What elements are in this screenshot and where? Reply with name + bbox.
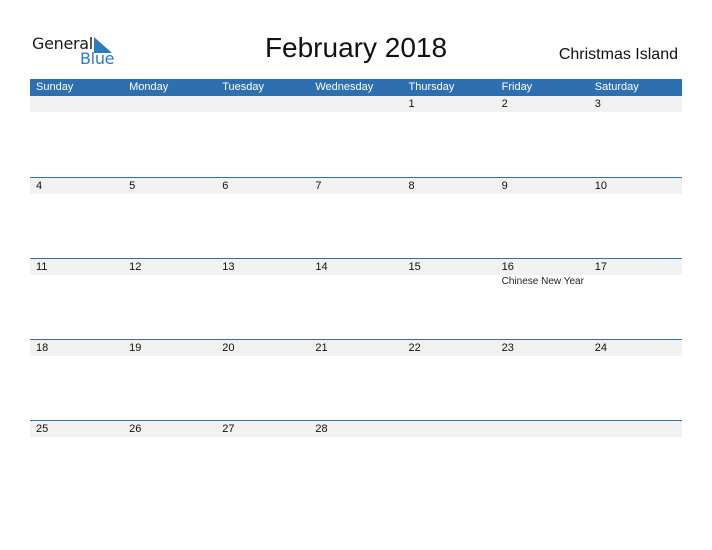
- day-number: 11: [36, 261, 48, 273]
- day-number: [409, 421, 496, 437]
- day-cell: 2: [496, 96, 589, 113]
- weekday-tuesday: Tuesday: [222, 81, 265, 93]
- day-number: 10: [594, 180, 607, 192]
- day-cell: 10: [589, 178, 682, 195]
- day-cell: 13: [216, 259, 309, 288]
- weekday-wednesday: Wednesday: [315, 81, 374, 93]
- day-number: 27: [222, 423, 235, 435]
- day-cell: 25: [30, 421, 123, 438]
- day-cell: 21: [309, 340, 402, 357]
- day-cell: 19: [123, 340, 216, 357]
- day-number: 25: [36, 423, 49, 435]
- week-row: 1 2 3: [30, 96, 682, 177]
- week-row: 25 26 27 28: [30, 420, 682, 501]
- day-number: 2: [501, 98, 508, 110]
- day-cell: 4: [30, 178, 123, 195]
- day-cell: 14: [309, 259, 402, 288]
- day-cell: [30, 96, 123, 113]
- day-number: 16: [501, 261, 514, 273]
- weekday-thursday: Thursday: [408, 81, 455, 93]
- day-number: 9: [501, 180, 508, 192]
- day-number: 26: [129, 423, 142, 435]
- day-cell: [496, 421, 589, 438]
- day-cell: [589, 421, 682, 438]
- day-number: 7: [315, 180, 322, 192]
- day-number: 22: [408, 342, 421, 354]
- day-number: 5: [129, 180, 136, 192]
- day-cell: [403, 421, 496, 438]
- day-number: 14: [315, 261, 328, 273]
- day-number: 23: [501, 342, 514, 354]
- weekday-sunday: Sunday: [36, 81, 74, 93]
- day-number: 19: [129, 342, 142, 354]
- day-cell: 22: [403, 340, 496, 357]
- day-number: 24: [594, 342, 607, 354]
- day-cell: 23: [496, 340, 589, 357]
- day-number: 21: [315, 342, 328, 354]
- day-cell: 17: [589, 259, 682, 288]
- week-row: 18 19 20 21 22 23 24: [30, 339, 682, 420]
- day-number: [595, 421, 682, 437]
- day-cell: 11: [30, 259, 123, 288]
- day-number: 17: [594, 261, 607, 273]
- day-cell: 18: [30, 340, 123, 357]
- day-cell: 3: [589, 96, 682, 113]
- day-cell: 24: [589, 340, 682, 357]
- week-row: 4 5 6 7 8 9 10: [30, 177, 682, 258]
- day-number: 13: [222, 261, 235, 273]
- day-number: [36, 96, 123, 112]
- day-cell: [309, 96, 402, 113]
- day-cell: 27: [216, 421, 309, 438]
- day-cell: 6: [216, 178, 309, 195]
- day-number: [315, 96, 402, 112]
- day-cell: 1: [403, 96, 496, 113]
- day-cell: 5: [123, 178, 216, 195]
- day-number: 3: [594, 98, 601, 110]
- calendar-grid: Sunday Monday Tuesday Wednesday Thursday…: [30, 79, 682, 501]
- day-cell: 8: [403, 178, 496, 195]
- day-number: 28: [315, 423, 328, 435]
- weekday-header: Sunday Monday Tuesday Wednesday Thursday…: [30, 79, 682, 96]
- weekday-saturday: Saturday: [594, 81, 639, 93]
- day-number: 1: [408, 98, 415, 110]
- day-number: 8: [408, 180, 415, 192]
- day-number: 12: [129, 261, 142, 273]
- week-row: 11 12 13 14 15 16 Chinese New Year 17: [30, 258, 682, 339]
- day-number: [222, 96, 309, 112]
- day-number: 15: [408, 261, 421, 273]
- day-cell: 28: [309, 421, 402, 438]
- holiday-label: Chinese New Year: [501, 276, 584, 287]
- country-name: Christmas Island: [558, 46, 678, 63]
- day-number: [502, 421, 589, 437]
- day-cell: 7: [309, 178, 402, 195]
- day-number: 18: [36, 342, 49, 354]
- day-number: 6: [222, 180, 229, 192]
- day-number: 20: [222, 342, 235, 354]
- day-cell: 20: [216, 340, 309, 357]
- day-cell: [216, 96, 309, 113]
- weekday-monday: Monday: [129, 81, 169, 93]
- day-number: 4: [36, 180, 43, 192]
- day-cell: 16 Chinese New Year: [496, 259, 589, 288]
- weekday-friday: Friday: [501, 81, 533, 93]
- day-cell: 9: [496, 178, 589, 195]
- day-cell: 12: [123, 259, 216, 288]
- day-cell: [123, 96, 216, 113]
- day-number: [129, 96, 216, 112]
- day-cell: 15: [403, 259, 496, 288]
- day-cell: 26: [123, 421, 216, 438]
